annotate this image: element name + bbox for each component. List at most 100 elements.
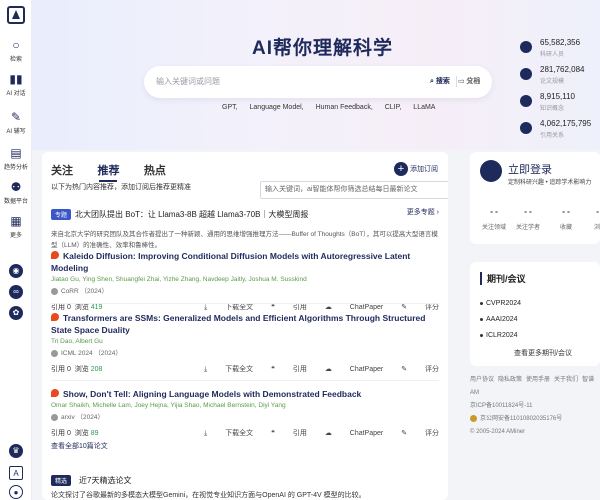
journal-item[interactable]: AAAI2024	[480, 316, 518, 323]
cite-count-label: 引用	[51, 366, 65, 373]
tag-link[interactable]: Human Feedback,	[316, 104, 373, 111]
topic-description: 来自北京大学的研究团队及其合作者提出了一种新颖、通用的思维增强推理方法——Buf…	[51, 231, 438, 249]
more-topics-label: 更多专题	[406, 209, 435, 216]
cite-label: 引用	[292, 366, 307, 373]
download-label: 下载全文	[225, 304, 254, 311]
paper-title-text: Transformers are SSMs: Generalized Model…	[51, 313, 426, 335]
view-all-papers-link[interactable]: 查看全部10篇论文	[51, 441, 108, 451]
user-stat-caption: 浏览	[593, 225, 600, 231]
rail-item-ai-chat[interactable]: ▮▮ AI 对话	[0, 72, 32, 97]
paper-metrics: 引用 0 浏览 89 ⤓ 下载全文 ❝ 引用 ☁ ChatPaper ✎ 评分	[51, 428, 439, 438]
rate-label: 评分	[425, 430, 439, 437]
rail-label: 检索	[9, 57, 22, 63]
rail-item-ai-write[interactable]: ✎ AI 辅写	[0, 110, 32, 135]
more-journals-link[interactable]: 查看更多期刊/会议	[488, 348, 598, 358]
rail-item-data-platform[interactable]: ⚉ 数据平台	[0, 180, 32, 205]
rail-item-more[interactable]: ▦ 更多	[0, 214, 32, 239]
icp-license[interactable]: 京ICP备10011824号-11	[470, 400, 600, 413]
login-button[interactable]: 立即登录	[508, 161, 552, 177]
download-button[interactable]: ⤓ 下载全文	[204, 430, 253, 437]
cite-button[interactable]: ❝ 引用	[271, 304, 307, 311]
police-record-text: 京公网安备11010802035176号	[480, 416, 563, 422]
topic-title[interactable]: 北大团队提出 BoT：让 Llama3-8B 超越 Llama3-70B｜大模型…	[75, 210, 308, 219]
search-input[interactable]: 输入关键词或问题	[156, 76, 220, 87]
police-record[interactable]: 京公网安备11010802035176号	[470, 413, 600, 426]
footer-link[interactable]: 用户协议	[470, 377, 494, 383]
user-stat-fields[interactable]: - - 关注领域	[480, 207, 508, 231]
footer-link[interactable]: 使用手册	[526, 377, 550, 383]
tag-link[interactable]: GPT,	[222, 104, 238, 111]
rail-item-trends[interactable]: ▤ 趋势分析	[0, 146, 32, 171]
rate-button[interactable]: ✎ 评分	[401, 366, 439, 373]
paper-authors[interactable]: Tri Dao, Albert Gu	[51, 338, 439, 345]
paper-venue: arxiv （2024）	[51, 411, 439, 421]
tag-link[interactable]: Language Model,	[250, 104, 304, 111]
paper-title[interactable]: Kaleido Diffusion: Improving Conditional…	[51, 250, 439, 274]
paper-authors[interactable]: Jiatao Gu, Ying Shen, Shuangfei Zhai, Yi…	[51, 276, 439, 283]
user-stat-history[interactable]: - - 浏览	[586, 207, 600, 231]
weekly-title[interactable]: 近7天精选论文	[79, 476, 131, 485]
community-icon[interactable]: ♛	[9, 444, 23, 458]
rail-item-search[interactable]: ○ 检索	[0, 38, 32, 63]
chatpaper-button[interactable]: ☁ ChatPaper	[325, 430, 383, 437]
tab-following[interactable]: 关注	[51, 162, 73, 178]
paper-title[interactable]: Transformers are SSMs: Generalized Model…	[51, 312, 439, 336]
concept-icon	[520, 95, 532, 107]
search-icon: ○	[12, 38, 20, 52]
stat-number: 4,062,175,795	[540, 119, 592, 128]
journal-item[interactable]: CVPR2024	[480, 300, 521, 307]
chatpaper-button[interactable]: ☁ ChatPaper	[325, 304, 383, 311]
tag-link[interactable]: LLaMA	[413, 104, 435, 111]
add-subscription-button[interactable]: + 添加订阅	[394, 160, 438, 178]
journal-item[interactable]: ICLR2024	[480, 332, 518, 339]
user-icon[interactable]: ●	[9, 485, 23, 499]
weekly-badge: 精选	[51, 475, 72, 487]
footer-link[interactable]: 关于我们	[554, 377, 578, 383]
footer-link[interactable]: 隐私政策	[498, 377, 522, 383]
tab-recommended[interactable]: 推荐	[97, 162, 119, 182]
cite-button[interactable]: ❝ 引用	[271, 366, 307, 373]
download-button[interactable]: ⤓ 下载全文	[204, 366, 253, 373]
cite-count-label: 引用	[51, 430, 65, 437]
search-box[interactable]: 输入关键词或问题 ⌕ 搜索 ◌ 分析	[144, 66, 492, 98]
venue-icon	[51, 287, 58, 295]
divider	[51, 380, 439, 381]
translate-icon[interactable]: A	[9, 466, 23, 480]
cite-count: 0	[66, 430, 71, 437]
link-icon[interactable]: ∞	[9, 285, 23, 299]
chrome-icon[interactable]: ◉	[9, 264, 23, 278]
tab-hot[interactable]: 热点	[144, 162, 166, 178]
rate-button[interactable]: ✎ 评分	[401, 430, 439, 437]
fire-icon	[51, 251, 59, 259]
venue-icon	[51, 349, 58, 357]
download-button[interactable]: ⤓ 下载全文	[204, 304, 253, 311]
stat-caption: 科研人员	[540, 52, 565, 58]
fire-icon	[51, 313, 59, 321]
rail-label: AI 对话	[6, 91, 26, 97]
aminer-logo[interactable]	[7, 6, 25, 24]
stat-papers: 281,762,084 论文规模	[520, 65, 600, 92]
cite-button[interactable]: ❝ 引用	[271, 430, 307, 437]
paper-authors[interactable]: Omar Shaikh, Michelle Lam, Joey Hejna, Y…	[51, 402, 439, 409]
doc-button[interactable]: ▭ 文档	[458, 76, 481, 86]
more-topics-link[interactable]: 更多专题 ›	[407, 207, 439, 217]
chart-icon: ▤	[10, 146, 22, 160]
fire-icon	[51, 389, 59, 397]
view-count: 89	[90, 430, 99, 437]
stat-researchers: 65,582,356 科研人员	[520, 38, 600, 65]
paper-actions: ⤓ 下载全文 ❝ 引用 ☁ ChatPaper ✎ 评分	[188, 364, 439, 374]
hero-section: AI帮你理解科学 输入关键词或问题 ⌕ 搜索 ◌ 分析 ▭ 文档 GPT, La…	[32, 0, 600, 150]
tag-link[interactable]: CLIP,	[385, 104, 402, 111]
user-stat-favorites[interactable]: - - 收藏	[552, 207, 580, 231]
rate-label: 评分	[425, 304, 439, 311]
view-count-label: 浏览	[74, 366, 89, 373]
paper-title[interactable]: Show, Don't Tell: Aligning Language Mode…	[51, 388, 439, 400]
grid-icon: ▦	[10, 214, 22, 228]
rate-button[interactable]: ✎ 评分	[401, 304, 439, 311]
search-button[interactable]: ⌕ 搜索	[430, 76, 450, 86]
user-stat-scholars[interactable]: - - 关注学者	[514, 207, 542, 231]
openai-icon[interactable]: ✿	[9, 306, 23, 320]
journals-heading: 期刊/会议	[480, 272, 526, 285]
chatpaper-button[interactable]: ☁ ChatPaper	[325, 366, 383, 373]
left-rail: ○ 检索 ▮▮ AI 对话 ✎ AI 辅写 ▤ 趋势分析 ⚉ 数据平台 ▦ 更多…	[0, 0, 32, 500]
